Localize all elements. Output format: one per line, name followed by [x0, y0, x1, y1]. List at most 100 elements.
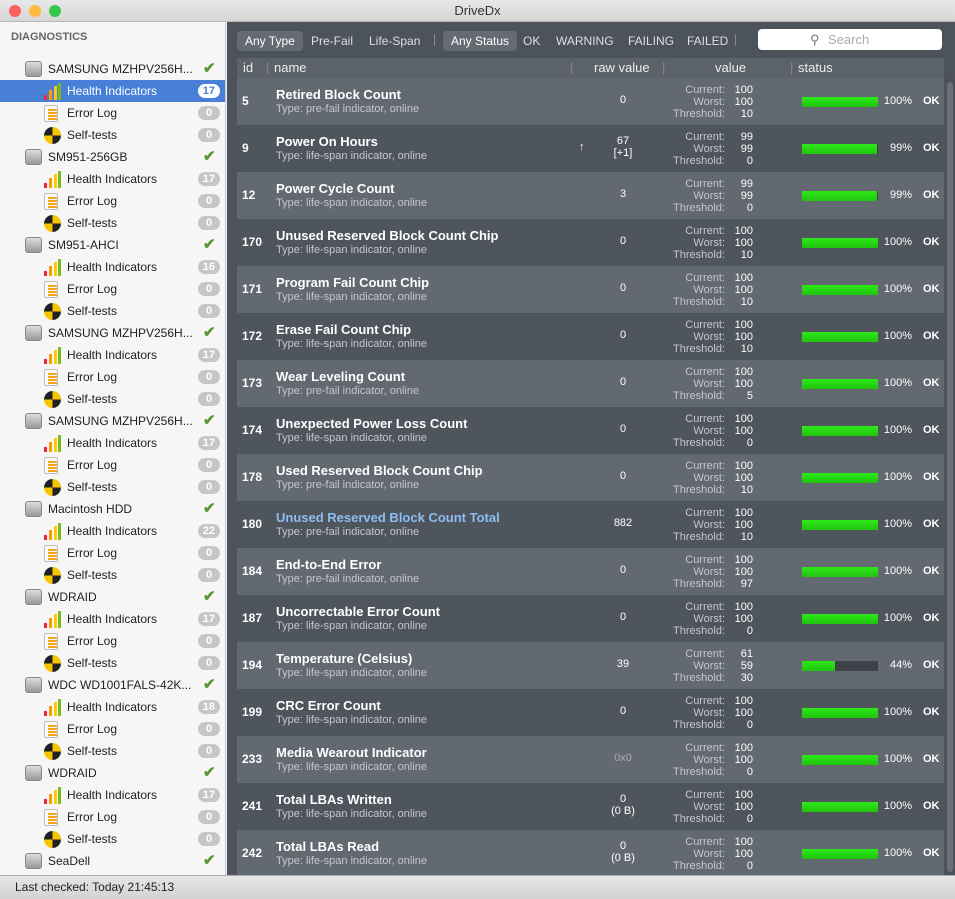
sidebar-drive[interactable]: SAMSUNG MZHPV256H... ✔: [0, 410, 225, 432]
table-row[interactable]: 172 Erase Fail Count Chip Type: life-span …: [237, 313, 944, 360]
sidebar-item-self-tests[interactable]: Self-tests 0: [0, 388, 225, 410]
filter-any-type[interactable]: Any Type: [237, 31, 303, 51]
sidebar-drive[interactable]: SAMSUNG MZHPV256H... ✔: [0, 322, 225, 344]
self-test-icon: [44, 831, 61, 848]
sidebar-item-health-indicators[interactable]: Health Indicators 17: [0, 168, 225, 190]
value-label: Current:: [685, 742, 725, 754]
filter-failed[interactable]: FAILED: [679, 31, 736, 51]
sidebar-item-error-log[interactable]: Error Log 0: [0, 366, 225, 388]
error-log-icon: [44, 721, 58, 738]
sidebar-item-self-tests[interactable]: Self-tests 0: [0, 564, 225, 586]
drive-icon: [25, 589, 42, 605]
table-row[interactable]: 242 Total LBAs Read Type: life-span indica…: [237, 830, 944, 875]
sidebar-item-error-log[interactable]: Error Log 0: [0, 718, 225, 740]
sidebar-item-error-log[interactable]: Error Log 0: [0, 102, 225, 124]
zoom-button[interactable]: [49, 5, 61, 17]
table-row[interactable]: 5 Retired Block Count Type: pre-fail indic…: [237, 78, 944, 125]
table-row[interactable]: 178 Used Reserved Block Count Chip Type: p…: [237, 454, 944, 501]
table-row[interactable]: 180 Unused Reserved Block Count Total Type…: [237, 501, 944, 548]
count-badge: 17: [197, 788, 220, 802]
search-placeholder: Search: [828, 32, 870, 47]
row-type: Type: pre-fail indicator, online: [276, 385, 420, 397]
row-name: Unused Reserved Block Count Chip: [276, 228, 499, 243]
sidebar-item-error-log[interactable]: Error Log 0: [0, 542, 225, 564]
sidebar-item-health-indicators[interactable]: Health Indicators 17: [0, 432, 225, 454]
table-row[interactable]: 171 Program Fail Count Chip Type: life-spa…: [237, 266, 944, 313]
threshold-value: 97: [740, 578, 753, 590]
sidebar-item-self-tests[interactable]: Self-tests 0: [0, 828, 225, 850]
table-row[interactable]: 199 CRC Error Count Type: life-span indica…: [237, 689, 944, 736]
sidebar-item-self-tests[interactable]: Self-tests 0: [0, 300, 225, 322]
current-value: 99: [740, 178, 753, 190]
table-row[interactable]: 194 Temperature (Celsius) Type: life-span …: [237, 642, 944, 689]
table-row[interactable]: 12 Power Cycle Count Type: life-span indic…: [237, 172, 944, 219]
sidebar-item-health-indicators[interactable]: Health Indicators 22: [0, 520, 225, 542]
filter-warning[interactable]: WARNING: [548, 31, 622, 51]
count-badge: 0: [198, 568, 220, 582]
value-numbers: 100 100 0: [729, 601, 753, 637]
sidebar-drive[interactable]: SeaDell ✔: [0, 850, 225, 872]
filter-any-status[interactable]: Any Status: [443, 31, 518, 51]
column-raw-value[interactable]: raw value: [594, 58, 650, 78]
sidebar-drive[interactable]: SM951-256GB ✔: [0, 146, 225, 168]
sidebar-item-health-indicators[interactable]: Health Indicators 18: [0, 696, 225, 718]
sidebar-item-self-tests[interactable]: Self-tests 0: [0, 652, 225, 674]
health-chart-icon: [44, 611, 61, 628]
table-row[interactable]: 9 Power On Hours Type: life-span indicator…: [237, 125, 944, 172]
table-row[interactable]: 187 Uncorrectable Error Count Type: life-s…: [237, 595, 944, 642]
error-log-icon: [44, 545, 58, 562]
column-value[interactable]: value: [715, 58, 746, 78]
sidebar-item-health-indicators[interactable]: Health Indicators 16: [0, 256, 225, 278]
value-labels: Current: Worst: Threshold:: [657, 413, 725, 449]
current-value: 100: [734, 225, 753, 237]
filter-life-span[interactable]: Life-Span: [361, 31, 428, 51]
sidebar-item-error-log[interactable]: Error Log 0: [0, 190, 225, 212]
search-input[interactable]: ⚲ Search: [758, 29, 942, 50]
sidebar-drive[interactable]: SAMSUNG MZHPV256H... ✔: [0, 58, 225, 80]
sidebar-item-health-indicators[interactable]: Health Indicators 17: [0, 344, 225, 366]
sidebar-item-health-indicators[interactable]: Health Indicators 17: [0, 80, 225, 102]
sidebar-item-self-tests[interactable]: Self-tests 0: [0, 476, 225, 498]
close-button[interactable]: [9, 5, 21, 17]
scrollbar[interactable]: [946, 78, 954, 875]
column-name[interactable]: name: [274, 58, 307, 78]
column-status[interactable]: status: [798, 58, 833, 78]
minimize-button[interactable]: [29, 5, 41, 17]
sidebar-drive[interactable]: WDRAID ✔: [0, 586, 225, 608]
sidebar-drive[interactable]: WDC WD1001FALS-42K... ✔: [0, 674, 225, 696]
sidebar-item-error-log[interactable]: Error Log 0: [0, 278, 225, 300]
column-id[interactable]: id: [243, 58, 253, 78]
row-name: End-to-End Error: [276, 557, 382, 572]
item-label: Self-tests: [67, 480, 118, 494]
sidebar-item-error-log[interactable]: Error Log 0: [0, 630, 225, 652]
sidebar-item-health-indicators[interactable]: Health Indicators 17: [0, 608, 225, 630]
table-row[interactable]: 241 Total LBAs Written Type: life-span ind…: [237, 783, 944, 830]
table-row[interactable]: 233 Media Wearout Indicator Type: life-spa…: [237, 736, 944, 783]
health-percent: 100%: [883, 95, 912, 107]
sidebar-drive[interactable]: WDRAID ✔: [0, 762, 225, 784]
table-row[interactable]: 170 Unused Reserved Block Count Chip Type:…: [237, 219, 944, 266]
filter-pre-fail[interactable]: Pre-Fail: [303, 31, 361, 51]
sidebar-item-self-tests[interactable]: Self-tests 0: [0, 212, 225, 234]
table-row[interactable]: 174 Unexpected Power Loss Count Type: life…: [237, 407, 944, 454]
table-row[interactable]: 184 End-to-End Error Type: pre-fail indica…: [237, 548, 944, 595]
value-numbers: 99 99 0: [729, 131, 753, 167]
sidebar-item-error-log[interactable]: Error Log 0: [0, 454, 225, 476]
item-label: Error Log: [67, 370, 118, 384]
sidebar-item-self-tests[interactable]: Self-tests 0: [0, 124, 225, 146]
sidebar-item-health-indicators[interactable]: Health Indicators 17: [0, 784, 225, 806]
sidebar-drive[interactable]: SM951-AHCI ✔: [0, 234, 225, 256]
sidebar-item-self-tests[interactable]: Self-tests 0: [0, 740, 225, 762]
health-bar: [802, 191, 878, 201]
table-row[interactable]: 173 Wear Leveling Count Type: pre-fail ind…: [237, 360, 944, 407]
count-badge: 0: [198, 304, 220, 318]
filter-failing[interactable]: FAILING: [620, 31, 682, 51]
health-percent: 99%: [889, 189, 912, 201]
count-badge: 0: [198, 194, 220, 208]
sidebar-item-error-log[interactable]: Error Log 0: [0, 806, 225, 828]
sidebar-drive[interactable]: Macintosh HDD ✔: [0, 498, 225, 520]
item-label: Health Indicators: [67, 788, 158, 802]
filter-ok[interactable]: OK: [515, 31, 548, 51]
worst-value: 100: [734, 754, 753, 766]
count-badge: 0: [198, 392, 220, 406]
